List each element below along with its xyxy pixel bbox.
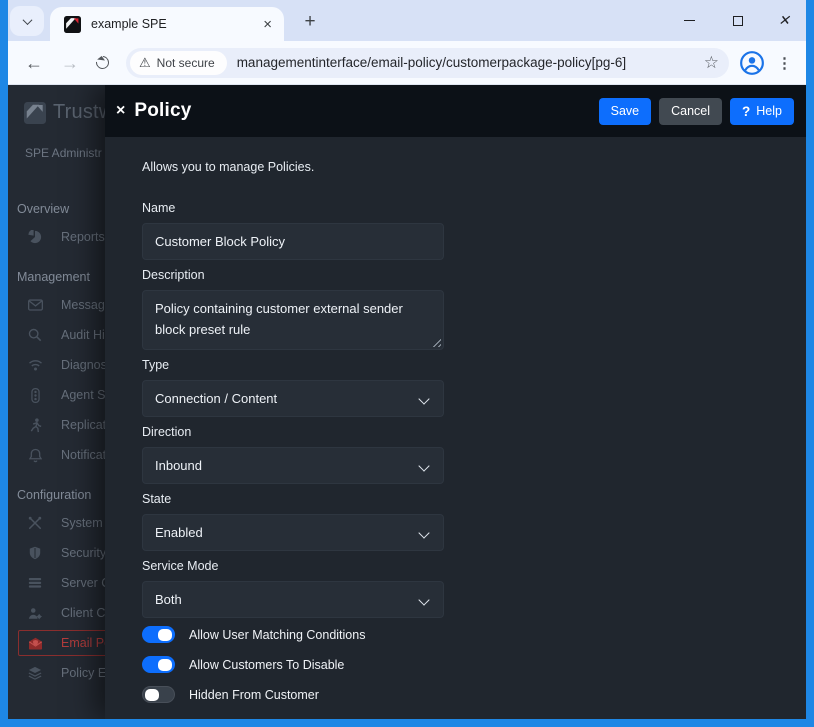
trustwave-favicon-icon [64,16,81,33]
search-icon [27,327,43,343]
layers-icon [27,665,43,681]
profile-icon[interactable] [739,50,765,76]
panel-intro-text: Allows you to manage Policies. [142,160,806,174]
close-window-button[interactable]: ✕ [767,0,801,41]
type-select[interactable]: Connection / Content [142,380,444,417]
bookmark-star-icon[interactable]: ☆ [704,54,719,71]
state-label: State [142,492,806,506]
security-chip[interactable]: ⚠ Not secure [130,51,227,75]
pie-chart-icon [27,229,43,245]
chevron-down-icon [418,393,429,404]
tab-bar: example SPE × + ✕ [8,0,806,41]
browser-menu-icon[interactable]: ⋮ [777,54,792,72]
browser-toolbar: ← → ⚠ Not secure managementinterface/ema… [8,41,806,85]
tab-close-icon[interactable]: × [261,17,274,32]
tab-title: example SPE [91,17,261,31]
user-gear-icon [27,605,43,621]
chevron-down-icon [22,15,32,25]
warning-icon: ⚠ [139,56,151,69]
browser-window: example SPE × + ✕ ← → ⚠ Not secure manag… [0,0,814,727]
state-select[interactable]: Enabled [142,514,444,551]
toggle-row: Allow User Matching Conditions [142,626,806,643]
browser-tab[interactable]: example SPE × [50,7,284,41]
status-light-icon [27,387,43,403]
help-button[interactable]: ?Help [730,98,794,125]
server-icon [27,575,43,591]
chevron-down-icon [418,527,429,538]
tab-search-button[interactable] [10,6,44,36]
wifi-icon [27,357,43,373]
reload-button[interactable] [93,53,111,71]
hidden-from-customer-toggle[interactable] [142,686,175,703]
envelope-icon [27,297,43,313]
toggle-row: Allow Customers To Disable [142,656,806,673]
maximize-button[interactable] [721,0,755,41]
shield-icon [27,545,43,561]
name-input[interactable] [142,223,444,260]
toggle-label: Hidden From Customer [189,688,319,702]
toggle-row: Hidden From Customer [142,686,806,703]
panel-title: Policy [134,100,191,122]
app-page: Trustw SPE Administr Overview Reports Ma… [8,85,806,719]
name-label: Name [142,201,806,215]
new-tab-button[interactable]: + [296,8,324,36]
running-person-icon [27,417,43,433]
description-label: Description [142,268,806,282]
direction-select[interactable]: Inbound [142,447,444,484]
close-icon: ✕ [778,12,790,29]
question-mark-icon: ? [742,104,750,119]
back-button[interactable]: ← [25,54,43,72]
bell-icon [27,447,43,463]
description-textarea[interactable]: Policy containing customer external send… [142,290,444,350]
toggle-label: Allow Customers To Disable [189,658,344,672]
chevron-down-icon [418,460,429,471]
cancel-button[interactable]: Cancel [659,98,722,125]
security-chip-label: Not secure [157,56,215,70]
address-bar[interactable]: ⚠ Not secure managementinterface/email-p… [126,48,729,78]
panel-close-icon[interactable]: × [116,103,125,119]
allow-user-matching-toggle[interactable] [142,626,175,643]
policy-form: Allows you to manage Policies. Name Desc… [105,137,806,719]
policy-panel: × Policy Save Cancel ?Help Allows you to… [105,85,806,719]
forward-button[interactable]: → [61,54,79,72]
chevron-down-icon [418,594,429,605]
toggle-label: Allow User Matching Conditions [189,628,365,642]
service-mode-label: Service Mode [142,559,806,573]
service-mode-select[interactable]: Both [142,581,444,618]
allow-customers-disable-toggle[interactable] [142,656,175,673]
maximize-icon [733,16,743,26]
save-button[interactable]: Save [599,98,652,125]
policy-panel-header: × Policy Save Cancel ?Help [105,85,806,137]
trustwave-logo-icon [24,102,46,124]
url-text: managementinterface/email-policy/custome… [237,55,696,70]
tools-icon [27,515,43,531]
minimize-button[interactable] [672,0,706,41]
type-label: Type [142,358,806,372]
minimize-icon [684,20,695,21]
direction-label: Direction [142,425,806,439]
